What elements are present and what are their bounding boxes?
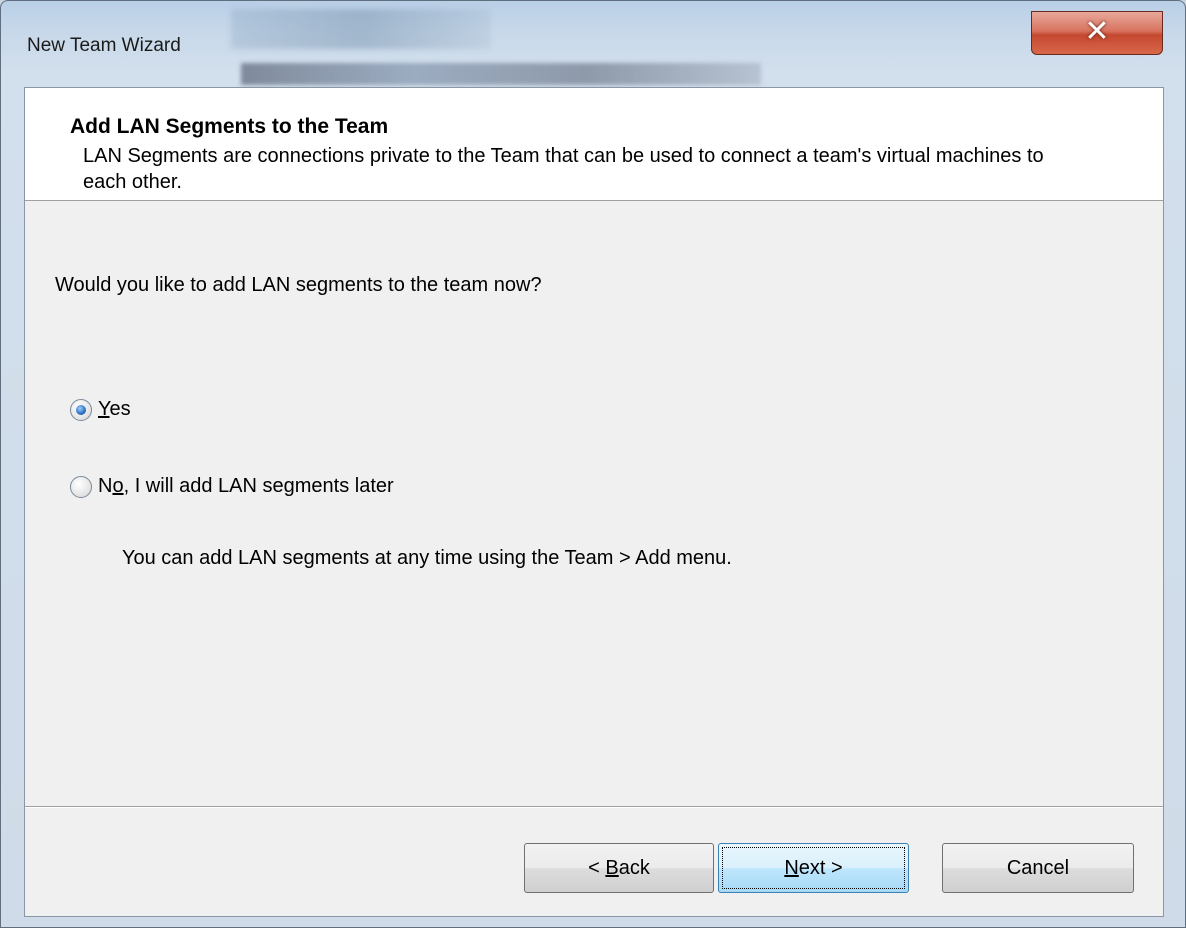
radio-option-no[interactable]: No, I will add LAN segments later bbox=[70, 475, 394, 498]
wizard-client-area: Add LAN Segments to the Team LAN Segment… bbox=[24, 87, 1164, 917]
radio-button-yes[interactable] bbox=[70, 398, 92, 421]
page-description: LAN Segments are connections private to … bbox=[83, 145, 1044, 193]
radio-label-yes: Yes bbox=[98, 398, 131, 420]
radio-label-no: No, I will add LAN segments later bbox=[98, 475, 394, 497]
wizard-header: Add LAN Segments to the Team LAN Segment… bbox=[25, 88, 1163, 201]
footer-divider bbox=[25, 806, 1163, 808]
close-button[interactable]: ✕ bbox=[1031, 11, 1163, 55]
next-button-label: Next > bbox=[784, 856, 843, 879]
wizard-window: New Team Wizard ✕ Add LAN Segments to th… bbox=[0, 0, 1186, 928]
background-blur-strip bbox=[241, 63, 761, 85]
next-button[interactable]: Next > bbox=[718, 843, 909, 893]
page-title: Add LAN Segments to the Team bbox=[70, 115, 389, 138]
background-blur bbox=[231, 9, 491, 49]
back-button-label: < Back bbox=[588, 856, 650, 879]
question-label: Would you like to add LAN segments to th… bbox=[55, 274, 542, 296]
window-title: New Team Wizard bbox=[27, 35, 181, 56]
back-button[interactable]: < Back bbox=[524, 843, 714, 893]
cancel-button[interactable]: Cancel bbox=[942, 843, 1134, 893]
radio-option-yes[interactable]: Yes bbox=[70, 398, 131, 421]
close-icon: ✕ bbox=[1084, 14, 1110, 49]
hint-text: You can add LAN segments at any time usi… bbox=[122, 547, 732, 569]
radio-button-no[interactable] bbox=[70, 475, 92, 498]
